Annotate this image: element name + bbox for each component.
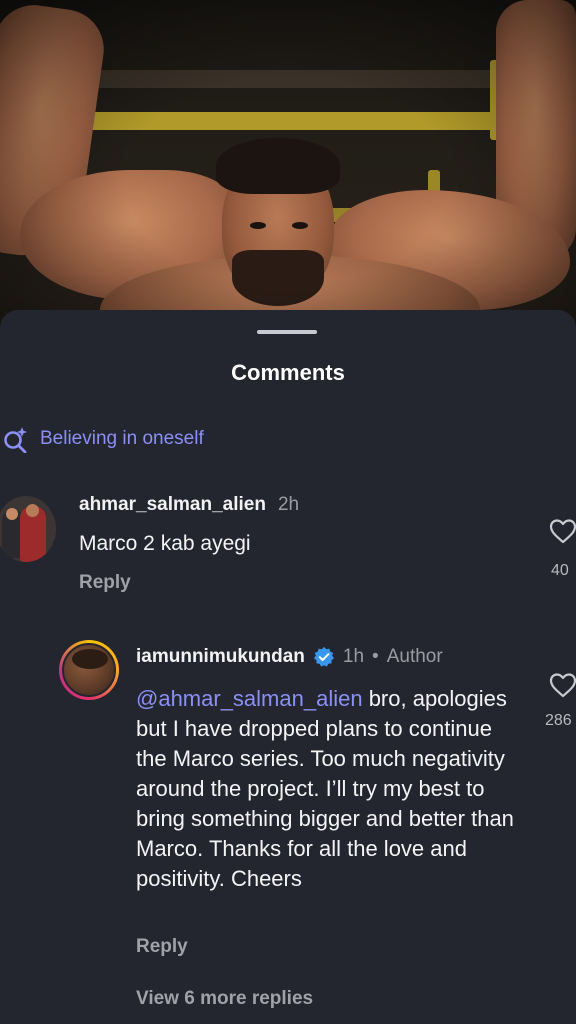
avatar-story-ring[interactable] <box>59 640 119 700</box>
avatar[interactable] <box>0 496 56 562</box>
sparkle-search-icon <box>4 427 27 453</box>
view-more-replies-button[interactable]: View 6 more replies <box>136 988 313 1010</box>
like-count: 286 <box>545 712 572 729</box>
reply-button[interactable]: Reply <box>79 572 131 594</box>
comment-header: iamunnimukundan 1h • Author <box>136 646 443 668</box>
reply-button[interactable]: Reply <box>136 936 188 958</box>
search-suggestion-text: Believing in oneself <box>40 428 204 449</box>
comment-time: 1h <box>342 646 365 667</box>
comment-username[interactable]: ahmar_salman_alien <box>79 494 266 516</box>
avatar-face <box>6 508 18 520</box>
sheet-title: Comments <box>231 360 345 385</box>
comment-username[interactable]: iamunnimukundan <box>136 646 305 668</box>
comments-sheet: Comments Believing in oneself ahmar_salm… <box>0 310 576 1024</box>
comment-time: 2h <box>277 494 300 515</box>
heart-outline-icon[interactable] <box>548 670 576 700</box>
search-suggestion[interactable]: Believing in oneself <box>2 424 204 454</box>
drag-handle[interactable] <box>257 330 317 334</box>
heart-outline-icon[interactable] <box>548 516 576 546</box>
verified-badge-icon <box>313 647 334 667</box>
comment-body: bro, apologies but I have dropped plans … <box>136 686 514 891</box>
avatar <box>62 643 116 697</box>
photo-vignette <box>0 0 576 330</box>
comment-text: @ahmar_salman_alien bro, apologies but I… <box>136 684 526 894</box>
avatar-hair <box>72 649 108 669</box>
like-count: 40 <box>551 562 569 579</box>
comment-header: ahmar_salman_alien 2h <box>79 494 299 516</box>
author-tag: Author <box>386 646 443 667</box>
post-photo <box>0 0 576 330</box>
mention-link[interactable]: @ahmar_salman_alien <box>136 686 363 711</box>
separator-dot: • <box>372 646 379 667</box>
comment-text: Marco 2 kab ayegi <box>79 532 251 555</box>
screen: Comments Believing in oneself ahmar_salm… <box>0 0 576 1024</box>
avatar-face <box>26 504 39 517</box>
